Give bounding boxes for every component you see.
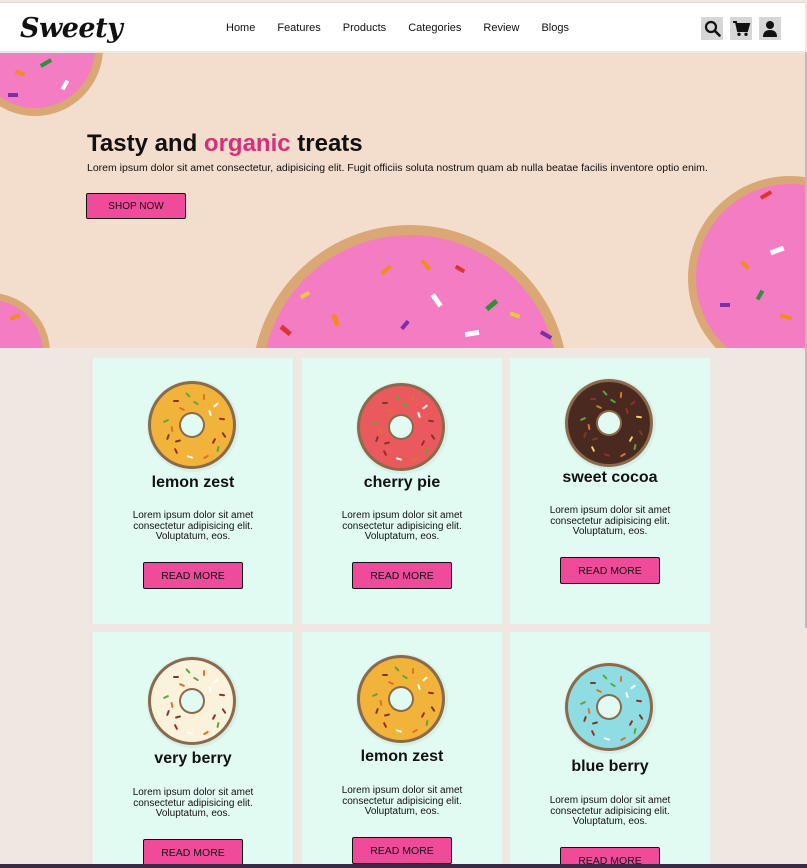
product-card: lemon zest Lorem ipsum dolor sit amet con… <box>302 632 502 868</box>
read-more-button[interactable]: READ MORE <box>560 557 660 584</box>
nav-categories[interactable]: Categories <box>408 22 461 34</box>
product-description: Lorem ipsum dolor sit amet consectetur a… <box>132 510 254 542</box>
read-more-button[interactable]: READ MORE <box>143 562 243 589</box>
nav-blogs[interactable]: Blogs <box>541 22 569 34</box>
product-card: sweet cocoa Lorem ipsum dolor sit amet co… <box>510 358 710 624</box>
nav-features[interactable]: Features <box>277 22 320 34</box>
product-name: very berry <box>154 750 232 767</box>
product-name: sweet cocoa <box>562 469 658 486</box>
nav-review[interactable]: Review <box>483 22 519 34</box>
search-icon <box>704 20 721 37</box>
donut-image <box>354 380 450 476</box>
donut-image <box>562 376 658 472</box>
product-description: Lorem ipsum dolor sit amet consectetur a… <box>549 505 671 537</box>
read-more-button[interactable]: READ MORE <box>143 839 243 866</box>
donut-image <box>354 652 450 748</box>
product-card: lemon zest Lorem ipsum dolor sit amet con… <box>93 358 293 624</box>
hero-title-end: treats <box>290 130 363 157</box>
hero-text: Lorem ipsum dolor sit amet consectetur, … <box>87 162 708 174</box>
product-description: Lorem ipsum dolor sit amet consectetur a… <box>549 795 671 827</box>
hero-title: Tasty and organic treats <box>87 130 363 158</box>
shop-now-button[interactable]: SHOP NOW <box>86 193 186 219</box>
main-nav: Home Features Products Categories Review… <box>226 22 591 34</box>
cart-icon <box>732 21 750 36</box>
product-card: blue berry Lorem ipsum dolor sit amet con… <box>510 632 710 868</box>
user-icon <box>763 21 777 37</box>
product-name: blue berry <box>571 758 649 775</box>
read-more-button[interactable]: READ MORE <box>352 837 452 864</box>
product-description: Lorem ipsum dolor sit amet consectetur a… <box>341 510 463 542</box>
cart-button[interactable] <box>730 17 752 40</box>
product-name: cherry pie <box>363 474 441 491</box>
hero-title-accent: organic <box>203 130 291 157</box>
page-bottom-edge <box>0 864 807 868</box>
hero-banner: Tasty and organic treats Lorem ipsum dol… <box>0 53 805 348</box>
donut-image <box>145 654 241 750</box>
read-more-button[interactable]: READ MORE <box>352 562 452 589</box>
product-card: very berry Lorem ipsum dolor sit amet con… <box>93 632 293 868</box>
product-description: Lorem ipsum dolor sit amet consectetur a… <box>132 787 254 819</box>
product-card: cherry pie Lorem ipsum dolor sit amet con… <box>302 358 502 624</box>
header-icons <box>701 17 781 40</box>
hero-title-start: Tasty and <box>87 130 204 157</box>
nav-home[interactable]: Home <box>226 22 255 34</box>
site-header: Sweety Home Features Products Categories… <box>0 2 805 52</box>
donut-image <box>145 378 241 474</box>
nav-products[interactable]: Products <box>343 22 386 34</box>
product-name: lemon zest <box>151 474 235 491</box>
brand-logo[interactable]: Sweety <box>20 13 123 44</box>
donut-image <box>562 660 658 756</box>
product-description: Lorem ipsum dolor sit amet consectetur a… <box>341 785 463 817</box>
search-button[interactable] <box>701 17 723 40</box>
user-button[interactable] <box>759 17 781 40</box>
product-name: lemon zest <box>360 748 444 765</box>
